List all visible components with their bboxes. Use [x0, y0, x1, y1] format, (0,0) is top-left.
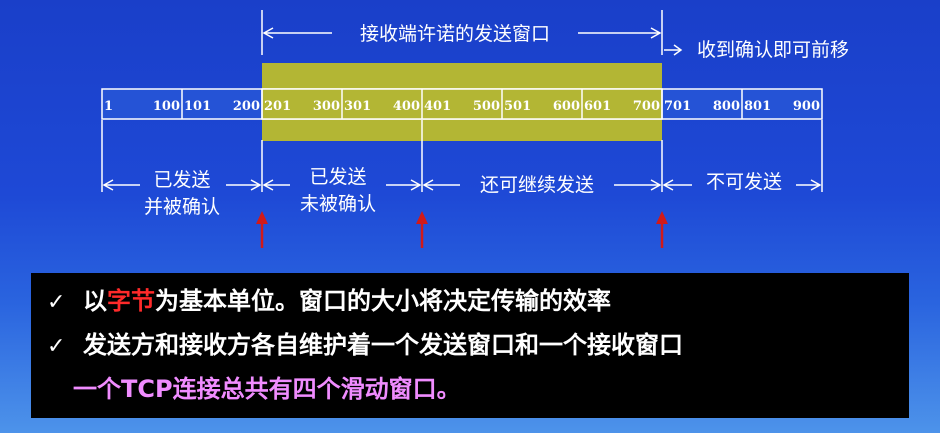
seq-number: 800 [713, 99, 740, 114]
seq-number: 500 [473, 99, 500, 114]
seq-number: 900 [793, 99, 820, 114]
seq-number: 200 [233, 99, 260, 114]
segment-sent-unacked-label: 已发送 [309, 166, 366, 188]
seq-number: 100 [153, 99, 180, 114]
seq-number: 400 [393, 99, 420, 114]
seq-number: 700 [633, 99, 660, 114]
seq-number: 1 [104, 99, 113, 114]
seq-number: 701 [664, 99, 691, 114]
segment-sent-acked: 已发送 并被确认 [102, 169, 262, 218]
seq-number: 600 [553, 99, 580, 114]
note-line-3: 一个TCP连接总共有四个滑动窗口。 [73, 375, 461, 403]
check-icon: ✓ [47, 334, 66, 359]
note-1-pre: 以 [83, 287, 107, 315]
segment-cannot-send-label: 不可发送 [706, 171, 782, 193]
segment-cannot-send: 不可发送 [662, 171, 822, 193]
note-1-post: 为基本单位。窗口的大小将决定传输的效率 [155, 287, 611, 315]
note-line-2: ✓ 发送方和接收方各自维护着一个发送窗口和一个接收窗口 [47, 323, 897, 367]
seq-number: 201 [264, 99, 291, 114]
seq-number: 501 [504, 99, 531, 114]
segment-sent-acked-label: 已发送 [153, 169, 210, 191]
red-arrow-3 [656, 211, 668, 248]
red-arrow-1 [256, 211, 268, 248]
segment-sent-acked-label2: 并被确认 [144, 196, 220, 218]
check-icon: ✓ [47, 290, 66, 315]
seq-number: 301 [344, 99, 371, 114]
note-2-text: 发送方和接收方各自维护着一个发送窗口和一个接收窗口 [83, 331, 683, 359]
seq-number: 801 [744, 99, 771, 114]
seq-number: 601 [584, 99, 611, 114]
red-arrow-2 [416, 211, 428, 248]
notes-box: ✓ 以字节为基本单位。窗口的大小将决定传输的效率 ✓ 发送方和接收方各自维护着一个发… [31, 273, 909, 418]
segment-sent-unacked: 已发送 未被确认 [262, 166, 422, 215]
note-line-1: ✓ 以字节为基本单位。窗口的大小将决定传输的效率 [47, 279, 897, 323]
segment-sent-unacked-label2: 未被确认 [300, 193, 376, 215]
seq-number: 300 [313, 99, 340, 114]
seq-number: 401 [424, 99, 451, 114]
note-1-highlight: 字节 [107, 287, 155, 315]
segment-can-send: 还可继续发送 [422, 174, 662, 196]
segment-can-send-label: 还可继续发送 [480, 174, 594, 196]
seq-number: 101 [184, 99, 211, 114]
right-label: 收到确认即可前移 [697, 39, 849, 61]
top-label: 接收端许诺的发送窗口 [360, 23, 550, 45]
